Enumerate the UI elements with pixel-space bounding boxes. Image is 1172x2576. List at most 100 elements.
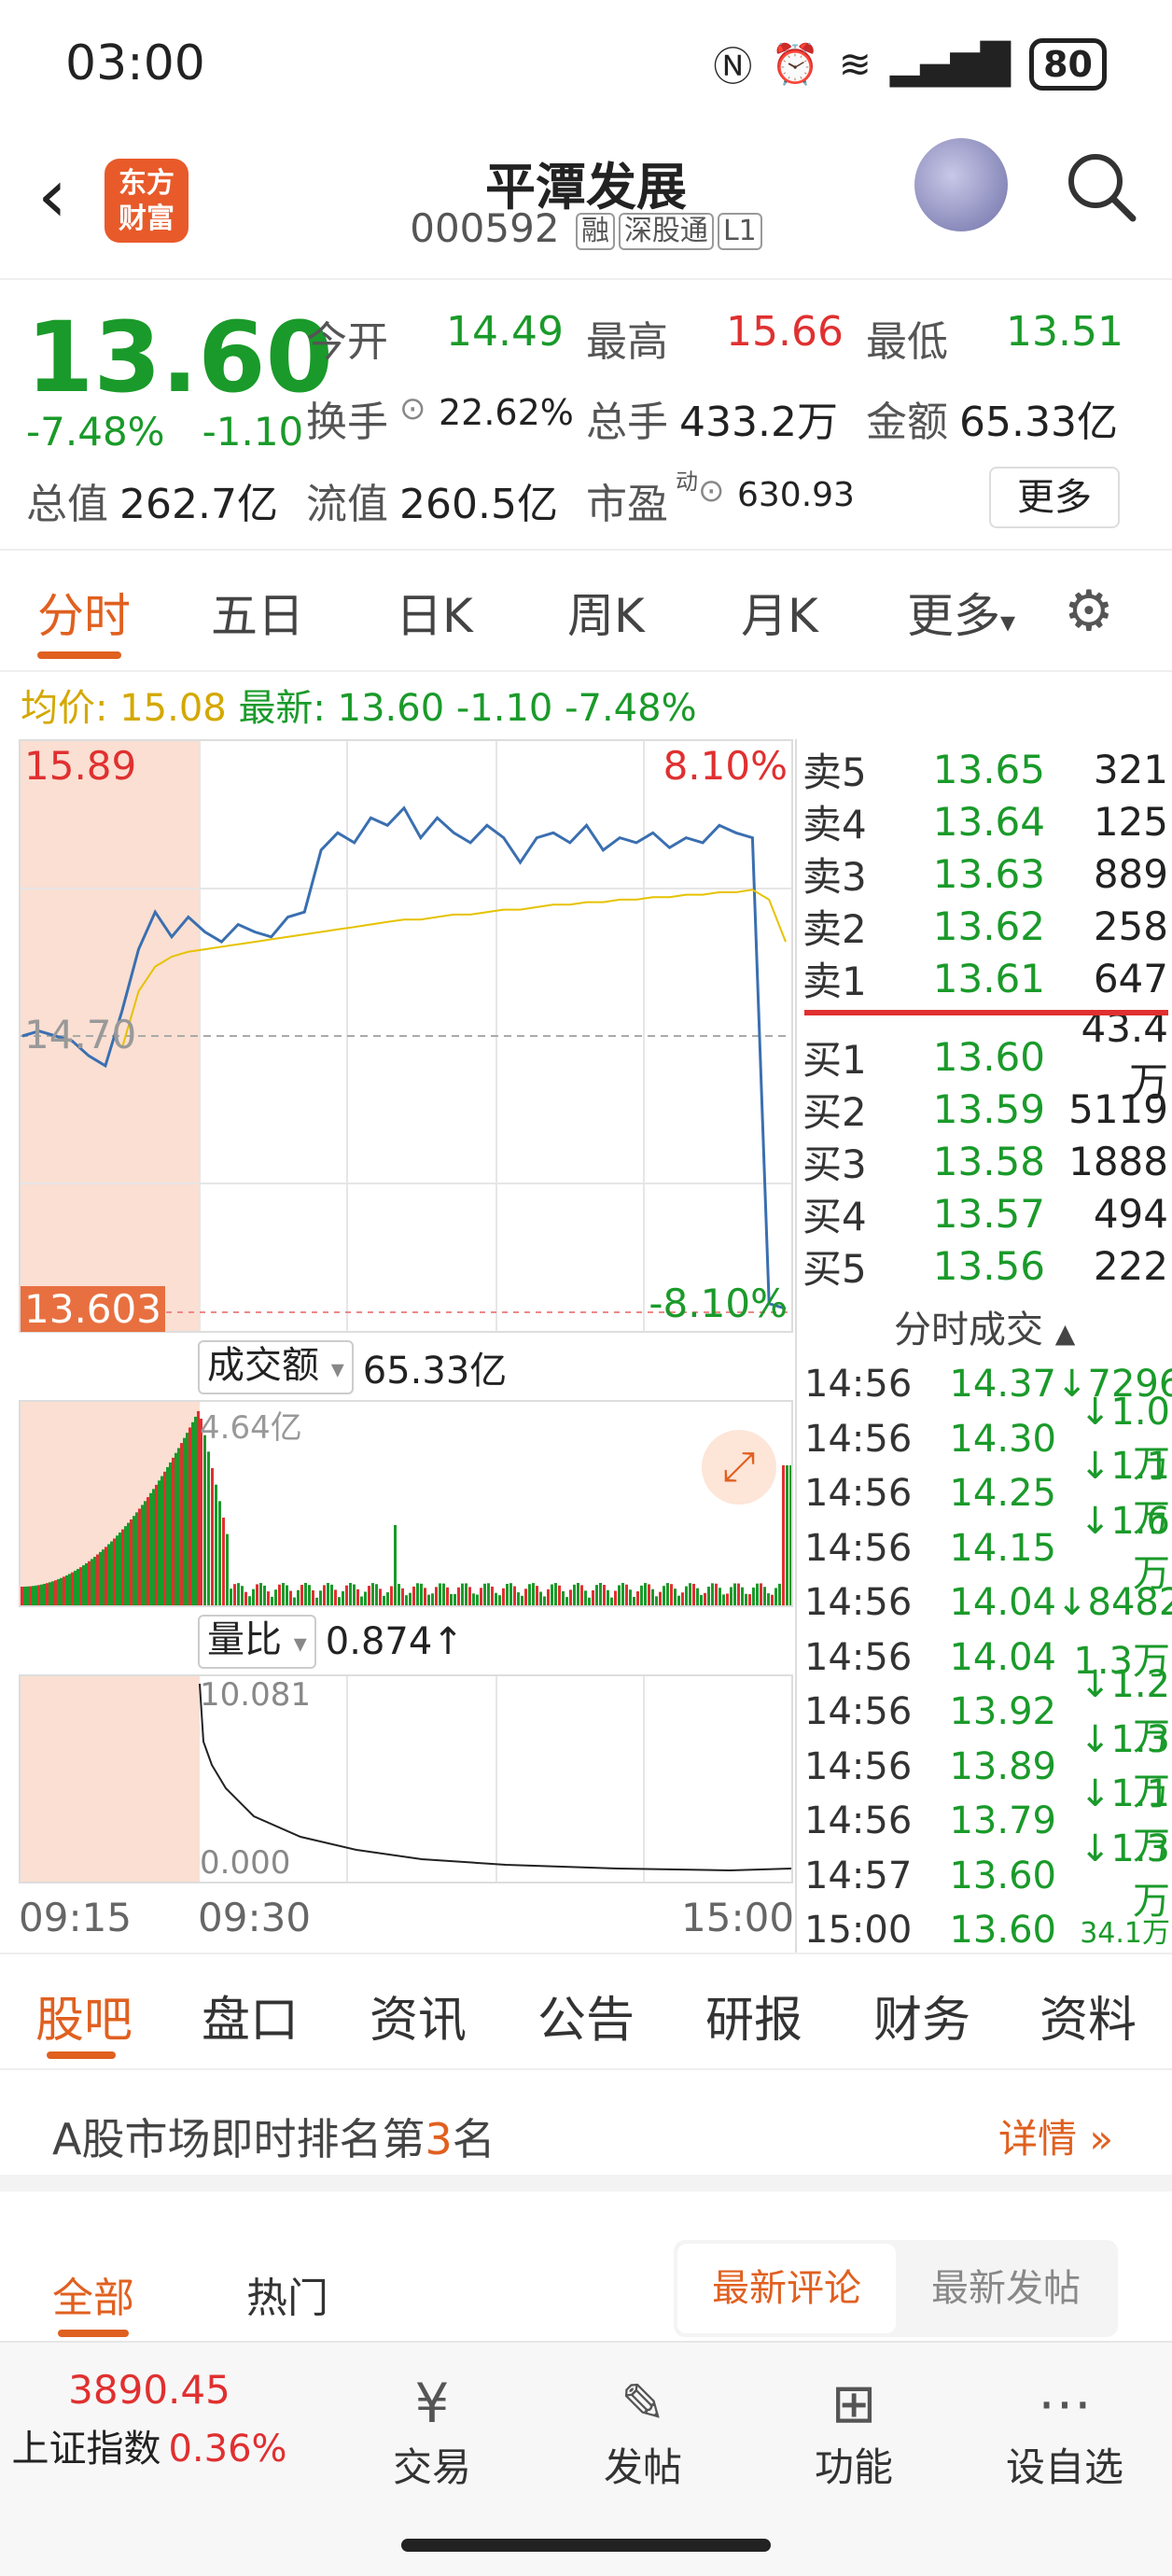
rank-detail-link[interactable]: 详情 »: [998, 2107, 1113, 2164]
tab-news[interactable]: 资讯: [370, 1981, 467, 2051]
volume-bar: [696, 1588, 699, 1605]
volume-bar: [774, 1588, 777, 1605]
volume-bar: [46, 1583, 49, 1605]
tab-5day[interactable]: 五日: [211, 579, 304, 646]
bid-row[interactable]: 买5 13.56 222: [802, 1239, 1168, 1292]
tab-profile[interactable]: 资料: [1039, 1981, 1137, 2051]
volume-bar: [629, 1589, 632, 1605]
tab-active-indicator: [47, 2051, 116, 2059]
tab-intraday[interactable]: 分时: [37, 579, 131, 646]
orderbook-label: 买1: [802, 1036, 867, 1083]
tab-weekly[interactable]: 周K: [567, 579, 645, 646]
volume-selector[interactable]: 成交额 ▾: [198, 1340, 354, 1394]
volume-bar: [524, 1589, 527, 1605]
tab-forum[interactable]: 股吧: [35, 1981, 133, 2051]
bid-row[interactable]: 买3 13.58 1888: [802, 1135, 1168, 1187]
trade-t: 14:56: [804, 1635, 913, 1679]
volume-bar: [618, 1585, 621, 1605]
volume-bar: [700, 1595, 703, 1605]
ask-row[interactable]: 卖4 13.64 125: [802, 795, 1168, 847]
high-value: 15.66: [726, 308, 844, 356]
tab-announcements[interactable]: 公告: [537, 1981, 635, 2051]
volume-bar: [218, 1501, 221, 1605]
bid-row[interactable]: 买4 13.57 494: [802, 1187, 1168, 1239]
volume-bar: [558, 1585, 561, 1605]
tab-daily[interactable]: 日K: [396, 579, 473, 646]
volume-bar: [130, 1519, 133, 1605]
volume-bar: [532, 1583, 535, 1605]
ask-row[interactable]: 卖5 13.65 321: [802, 743, 1168, 795]
volume-bar: [640, 1585, 643, 1605]
volume-bar: [35, 1585, 37, 1605]
volume-bar: [211, 1467, 214, 1605]
volume-total: 65.33亿: [362, 1350, 508, 1393]
volume-bar: [183, 1437, 186, 1605]
volume-bar: [77, 1569, 79, 1605]
amount-label: 金额: [866, 399, 948, 446]
sort-latest-post[interactable]: 最新发帖: [898, 2244, 1114, 2333]
volume-bar: [96, 1554, 99, 1605]
sort-latest-comment[interactable]: 最新评论: [677, 2244, 896, 2333]
volume-chart[interactable]: 4.64亿 ⤢: [19, 1400, 793, 1607]
low-value: 13.51: [1006, 308, 1123, 356]
tab-orderbook[interactable]: 盘口: [202, 1981, 299, 2051]
tab-research[interactable]: 研报: [705, 1981, 802, 2051]
market-rank-banner[interactable]: A股市场即时排名第3名 详情 »: [0, 2070, 1172, 2191]
yuan-icon: ¥: [414, 2372, 450, 2435]
orderbook-price: 13.63: [932, 850, 1045, 897]
x-tick-0915: 09:15: [19, 1895, 133, 1940]
mcap-label: 总值: [26, 481, 108, 528]
volume-bar: [704, 1592, 706, 1605]
volume-bar: [188, 1427, 191, 1605]
tab-monthly[interactable]: 月K: [741, 579, 818, 646]
volume-bar: [60, 1577, 63, 1605]
pe-info-icon[interactable]: ⊙: [698, 472, 725, 510]
tab-financials[interactable]: 财务: [873, 1981, 970, 2051]
divider: [795, 739, 797, 1953]
ask-row[interactable]: 卖1 13.61 647: [802, 952, 1168, 1004]
nav-watchlist[interactable]: ⋯ 设自选: [985, 2371, 1144, 2493]
volume-bar: [565, 1597, 568, 1605]
volume-bar: [334, 1589, 337, 1605]
volume-bar: [722, 1594, 725, 1605]
volume-bar: [767, 1593, 770, 1605]
volume-bar: [636, 1591, 639, 1605]
trades-title[interactable]: 分时成交 ▲: [894, 1299, 1075, 1353]
volume-bar: [40, 1584, 43, 1605]
ask-row[interactable]: 卖3 13.63 889: [802, 847, 1168, 900]
index-widget[interactable]: 3890.45 上证指数 0.36%: [9, 2367, 289, 2472]
volume-bar: [160, 1476, 163, 1605]
search-icon[interactable]: [1064, 149, 1138, 224]
volume-bar: [82, 1565, 85, 1605]
volume-bar: [65, 1575, 68, 1605]
info-icon[interactable]: ⊙: [399, 390, 426, 427]
volume-bar: [390, 1586, 393, 1605]
volume-ratio-chart[interactable]: 10.081 0.000: [19, 1674, 793, 1883]
volume-bar: [476, 1594, 479, 1605]
orderbook-vol: 889: [1093, 850, 1168, 897]
filter-hot[interactable]: 热门: [246, 2264, 328, 2324]
more-button[interactable]: 更多: [989, 467, 1120, 528]
nav-trade[interactable]: ¥ 交易: [353, 2371, 511, 2493]
ratio-selector[interactable]: 量比 ▾: [198, 1615, 316, 1669]
volume-bar: [345, 1585, 348, 1605]
intraday-chart[interactable]: 15.89 14.70 13.603 8.10% -8.10%: [19, 739, 793, 1333]
orderbook-vol: 5119: [1068, 1085, 1168, 1132]
high-label: 最高: [586, 318, 668, 366]
settings-icon[interactable]: ⚙: [1064, 579, 1114, 644]
trade-t: 14:56: [804, 1744, 913, 1788]
ask-row[interactable]: 卖2 13.62 258: [802, 900, 1168, 952]
expand-icon[interactable]: ⤢: [702, 1430, 776, 1505]
assistant-avatar-icon[interactable]: [914, 138, 1008, 231]
filter-all[interactable]: 全部: [52, 2264, 134, 2324]
ratio-value: 0.874↑: [325, 1620, 464, 1663]
average-price-line: [120, 889, 787, 1049]
nav-post[interactable]: ✎ 发帖: [564, 2371, 722, 2493]
tab-more[interactable]: 更多▾: [907, 579, 1015, 646]
bid-row[interactable]: 买1 13.60 43.4万: [802, 1005, 1168, 1105]
volume-bar: [595, 1585, 598, 1605]
trade-t: 15:00: [804, 1909, 913, 1952]
nav-functions[interactable]: ⊞ 功能: [774, 2371, 933, 2493]
bid-row[interactable]: 买2 13.59 5119: [802, 1083, 1168, 1135]
orderbook-price: 13.58: [932, 1138, 1045, 1184]
